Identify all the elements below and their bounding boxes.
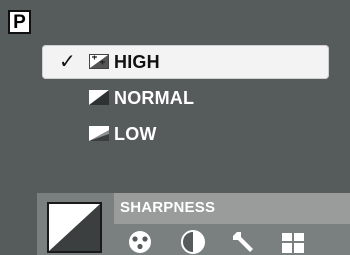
camera-menu-screen: P ✓ HIGH NORMAL LOW SHARPNESS — [0, 0, 350, 255]
contrast-icon[interactable] — [180, 229, 206, 255]
checkmark-icon: ✓ — [59, 51, 76, 73]
menu-item-normal[interactable]: NORMAL — [42, 81, 329, 115]
menu-item-low[interactable]: LOW — [42, 117, 329, 151]
grid-icon[interactable] — [280, 229, 306, 255]
wrench-icon[interactable] — [231, 229, 257, 255]
color-palette-icon[interactable] — [127, 229, 153, 255]
sharpness-normal-icon — [89, 90, 109, 105]
setting-title-bar: SHARPNESS — [114, 193, 350, 224]
sharpness-menu: ✓ HIGH NORMAL LOW — [42, 45, 329, 151]
sharpness-preview-icon — [47, 202, 102, 253]
menu-item-label: LOW — [114, 124, 157, 144]
setting-title: SHARPNESS — [120, 199, 216, 216]
menu-item-label: NORMAL — [114, 88, 195, 108]
shooting-mode-badge: P — [8, 10, 31, 34]
menu-item-label: HIGH — [114, 52, 160, 72]
menu-item-high[interactable]: ✓ HIGH — [42, 45, 329, 79]
sharpness-high-icon — [89, 54, 109, 69]
sharpness-low-icon — [89, 126, 109, 141]
